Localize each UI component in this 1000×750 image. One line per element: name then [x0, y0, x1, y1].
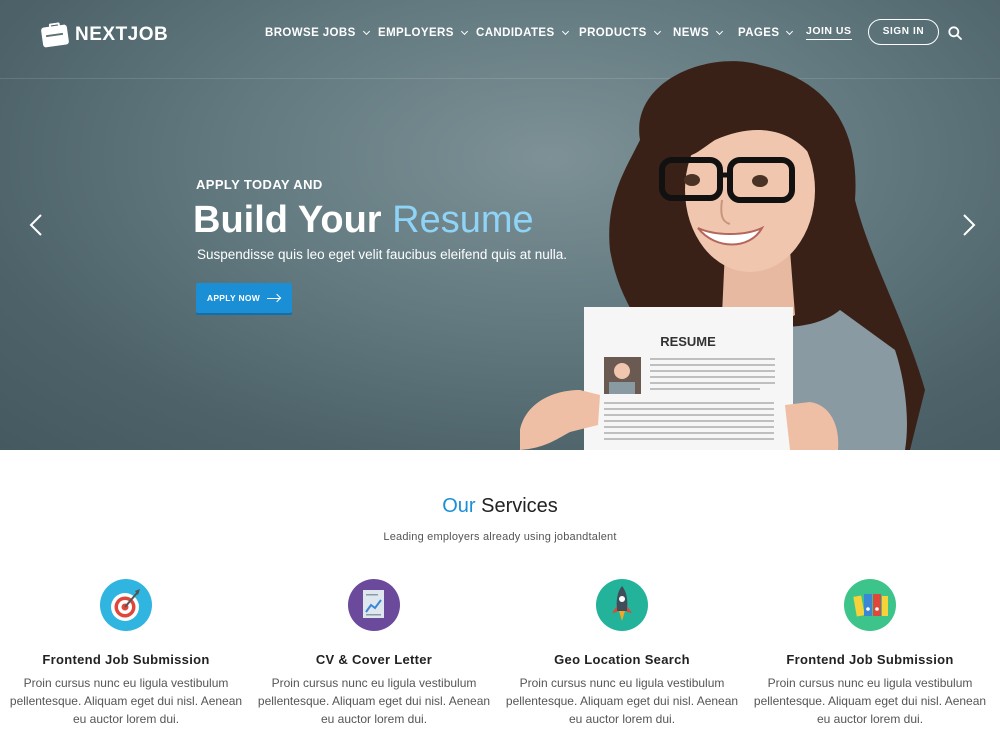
- services-title-rest: Services: [475, 495, 558, 517]
- service-text: Proin cursus nunc eu ligula vestibulum p…: [753, 676, 987, 726]
- service-title: Frontend Job Submission: [42, 652, 210, 667]
- apply-now-label: APPLY NOW: [206, 293, 261, 303]
- resume-card-title: RESUME: [660, 334, 716, 349]
- service-title: Geo Location Search: [554, 652, 690, 667]
- nav-pages[interactable]: PAGES: [738, 27, 794, 39]
- service-text: Proin cursus nunc eu ligula vestibulum p…: [505, 676, 739, 726]
- hero-subline: Suspendisse quis leo eget velit faucibus…: [197, 247, 567, 262]
- nav-news[interactable]: NEWS: [673, 27, 724, 39]
- brand-name: NEXTJOB: [75, 24, 169, 45]
- service-title: Frontend Job Submission: [786, 652, 954, 667]
- nav-label: CANDIDATES: [476, 27, 555, 39]
- nav-label: BROWSE JOBS: [265, 27, 356, 39]
- nav-label: PAGES: [738, 27, 780, 39]
- nav-products[interactable]: PRODUCTS: [579, 27, 661, 39]
- hero-headline: Build Your Resume: [193, 199, 534, 242]
- headline-main: Build Your: [193, 199, 393, 241]
- chevron-down-icon: [716, 27, 724, 36]
- headline-accent: Resume: [392, 199, 534, 241]
- arrow-right-icon: [267, 294, 281, 302]
- service-title: CV & Cover Letter: [315, 652, 433, 667]
- folders-icon: [844, 579, 896, 631]
- service-card: Frontend Job Submission Proin cursus nun…: [2, 579, 250, 728]
- service-card: Geo Location Search Proin cursus nunc eu…: [498, 579, 746, 728]
- chevron-down-icon: [786, 27, 794, 36]
- service-card: CV & Cover Letter Proin cursus nunc eu l…: [250, 579, 498, 728]
- sign-in-button[interactable]: SIGN IN: [868, 19, 939, 45]
- nav-label: NEWS: [673, 27, 710, 39]
- chevron-down-icon: [561, 27, 569, 36]
- nav-browse-jobs[interactable]: BROWSE JOBS: [265, 27, 370, 39]
- hero-banner: RESUME NEXTJOB BROWSE JOBS EMPLOYERS CAN…: [0, 0, 1000, 450]
- service-text: Proin cursus nunc eu ligula vestibulum p…: [257, 676, 491, 726]
- chevron-down-icon: [653, 27, 661, 36]
- service-text: Proin cursus nunc eu ligula vestibulum p…: [9, 676, 243, 726]
- service-card: Frontend Job Submission Proin cursus nun…: [746, 579, 994, 728]
- nav-label: PRODUCTS: [579, 27, 647, 39]
- nav-label: EMPLOYERS: [378, 27, 454, 39]
- join-us-link[interactable]: JOIN US: [806, 25, 852, 40]
- hero-person-image: RESUME: [520, 61, 925, 450]
- nav-employers[interactable]: EMPLOYERS: [378, 27, 468, 39]
- briefcase-icon: [40, 22, 70, 48]
- chevron-down-icon: [362, 27, 370, 36]
- chevron-left-icon[interactable]: [24, 213, 48, 237]
- nav-candidates[interactable]: CANDIDATES: [476, 27, 569, 39]
- rocket-icon: [596, 579, 648, 631]
- hero-eyebrow: APPLY TODAY AND: [196, 177, 323, 192]
- services-title: Our Services: [0, 495, 1000, 518]
- brand-logo[interactable]: NEXTJOB: [40, 22, 168, 48]
- target-icon: [100, 579, 152, 631]
- chevron-down-icon: [460, 27, 468, 36]
- search-icon[interactable]: [948, 26, 962, 40]
- document-chart-icon: [348, 579, 400, 631]
- chevron-right-icon[interactable]: [957, 213, 981, 237]
- services-subtitle: Leading employers already using jobandta…: [383, 531, 617, 543]
- apply-now-button[interactable]: APPLY NOW: [196, 283, 292, 313]
- services-title-accent: Our: [442, 495, 476, 517]
